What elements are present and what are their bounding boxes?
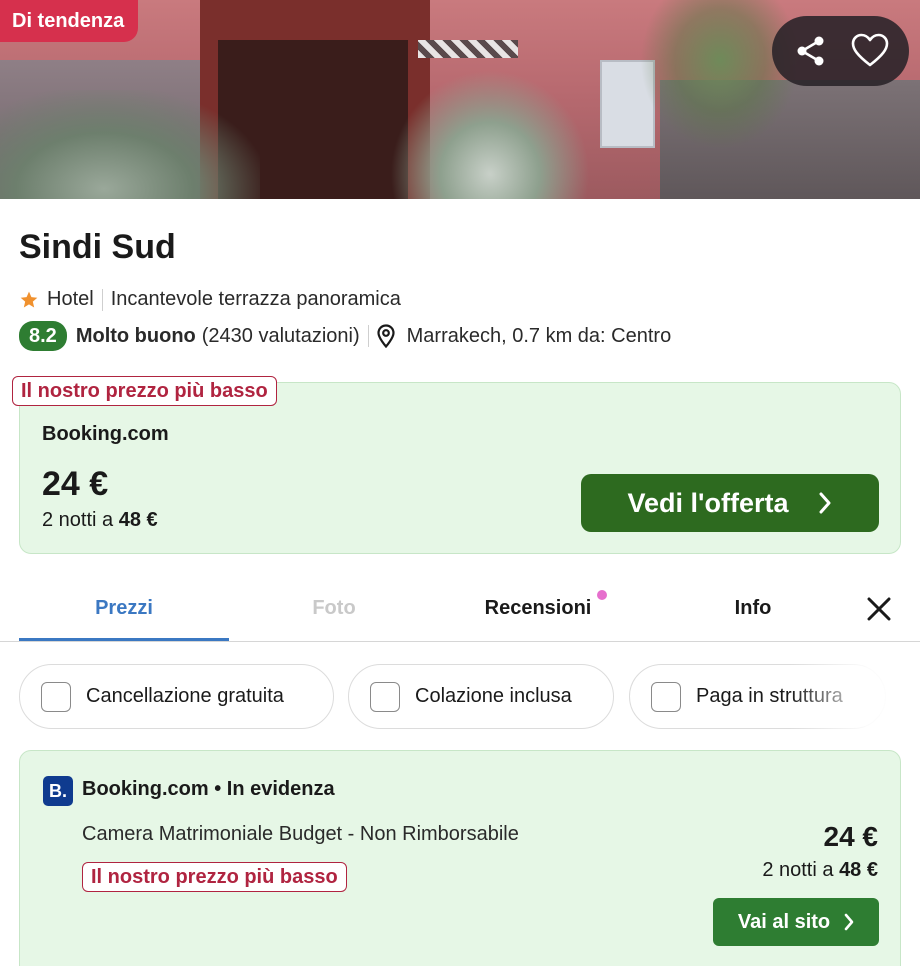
hotel-name: Sindi Sud bbox=[19, 228, 176, 266]
photo-actions bbox=[772, 16, 909, 86]
divider bbox=[367, 325, 369, 347]
offer-provider: Booking.com bbox=[42, 423, 169, 445]
chevron-right-icon bbox=[818, 492, 832, 514]
heart-icon[interactable] bbox=[848, 29, 892, 73]
nights-total: 48 € bbox=[118, 509, 158, 531]
chevron-right-icon bbox=[844, 913, 854, 931]
deal-card[interactable]: B. Booking.com • In evidenza Camera Matr… bbox=[19, 750, 901, 966]
scroll-fade bbox=[790, 660, 920, 732]
lowest-price-tag: Il nostro prezzo più basso bbox=[82, 862, 347, 892]
hotel-location[interactable]: Marrakech, 0.7 km da: Centro bbox=[407, 325, 672, 348]
photo-palm-left bbox=[0, 90, 260, 199]
rating-label: Molto buono bbox=[75, 324, 196, 347]
hotel-rating-row: 8.2 Molto buono (2430 valutazioni) Marra… bbox=[19, 321, 671, 351]
tab-prezzi[interactable]: Prezzi bbox=[19, 574, 229, 642]
notification-dot bbox=[597, 590, 607, 600]
star-icon bbox=[19, 290, 39, 310]
hotel-type: Hotel bbox=[47, 288, 94, 310]
offer-nights-total: 2 notti a 48 € bbox=[42, 509, 158, 532]
tab-foto[interactable]: Foto bbox=[229, 574, 439, 642]
photo-tiles bbox=[418, 40, 518, 58]
lowest-price-tag: Il nostro prezzo più basso bbox=[12, 376, 277, 406]
photo-plant bbox=[640, 0, 800, 150]
filter-free-cancellation[interactable]: Cancellazione gratuita bbox=[19, 664, 334, 729]
deal-nights-total: 2 notti a 48 € bbox=[762, 859, 878, 882]
active-tab-indicator bbox=[19, 638, 229, 641]
filter-breakfast[interactable]: Colazione inclusa bbox=[348, 664, 614, 729]
top-offer-card[interactable]: Booking.com 24 € 2 notti a 48 € Vedi l'o… bbox=[19, 382, 901, 554]
deal-header: Booking.com • In evidenza bbox=[82, 778, 335, 800]
filter-label: Cancellazione gratuita bbox=[86, 685, 284, 707]
go-to-site-button[interactable]: Vai al sito bbox=[713, 898, 879, 946]
tab-recensioni[interactable]: Recensioni bbox=[433, 574, 643, 642]
hotel-highlight: Incantevole terrazza panoramica bbox=[110, 288, 401, 310]
share-icon[interactable] bbox=[789, 29, 833, 73]
trending-badge: Di tendenza bbox=[0, 0, 139, 42]
photo-palm bbox=[390, 70, 590, 199]
offer-price: 24 € bbox=[42, 465, 109, 503]
go-to-site-label: Vai al sito bbox=[737, 910, 831, 933]
rating-score: 8.2 bbox=[19, 321, 67, 351]
nights-prefix: 2 notti a bbox=[42, 509, 114, 531]
room-name: Camera Matrimoniale Budget - Non Rimbors… bbox=[82, 823, 519, 845]
divider bbox=[101, 288, 103, 311]
checkbox[interactable] bbox=[41, 681, 71, 712]
filter-label: Colazione inclusa bbox=[415, 685, 572, 707]
rating-count: (2430 valutazioni) bbox=[201, 324, 360, 347]
view-offer-button[interactable]: Vedi l'offerta bbox=[581, 474, 879, 532]
deal-price: 24 € bbox=[823, 821, 879, 852]
tab-info[interactable]: Info bbox=[648, 574, 858, 642]
tab-bar: Prezzi Foto Recensioni Info bbox=[0, 574, 920, 642]
nights-prefix: 2 notti a bbox=[762, 859, 834, 881]
location-pin-icon bbox=[377, 324, 395, 348]
checkbox[interactable] bbox=[370, 681, 400, 712]
view-offer-label: Vedi l'offerta bbox=[627, 487, 789, 518]
close-icon[interactable] bbox=[864, 594, 894, 624]
booking-logo-icon: B. bbox=[43, 776, 73, 806]
nights-total: 48 € bbox=[839, 859, 878, 881]
checkbox[interactable] bbox=[651, 681, 681, 712]
hotel-meta: Hotel Incantevole terrazza panoramica bbox=[19, 288, 401, 311]
